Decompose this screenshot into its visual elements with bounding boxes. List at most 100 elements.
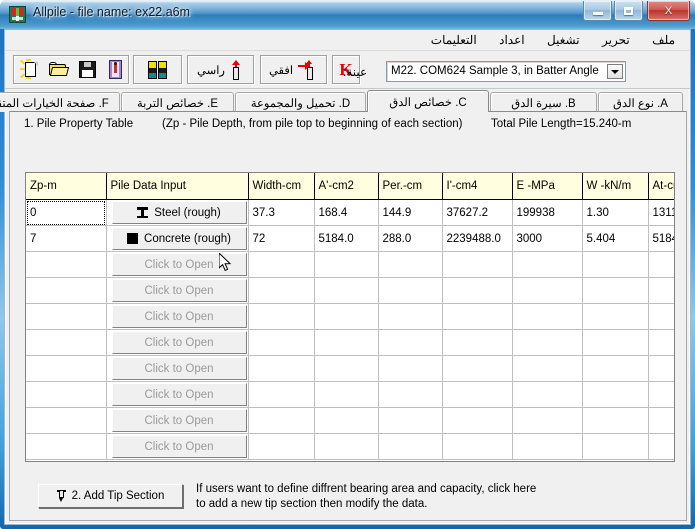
cell-tip-area[interactable]: 1311.2	[648, 199, 674, 226]
cell-pile-data-input[interactable]: Click to Open	[106, 355, 249, 382]
cell-tip-area[interactable]	[648, 251, 674, 278]
cell-zp[interactable]	[26, 407, 107, 434]
cell-perimeter[interactable]	[378, 277, 443, 304]
tab-f-advanced-options[interactable]: F. صفحة الخيارات المتقدمة	[0, 92, 120, 112]
cell-weight[interactable]	[582, 355, 649, 382]
click-to-open-button[interactable]: Click to Open	[111, 331, 247, 354]
cell-inertia[interactable]	[442, 329, 513, 356]
cell-area[interactable]	[314, 251, 379, 278]
cell-area[interactable]	[314, 381, 379, 408]
cell-perimeter[interactable]	[378, 433, 443, 460]
exit-button[interactable]	[102, 57, 129, 82]
cell-weight[interactable]	[582, 277, 649, 304]
cell-weight[interactable]	[582, 329, 649, 356]
cell-zp[interactable]	[26, 433, 107, 460]
tab-d-load-and-group[interactable]: D. تحميل والمجموعة	[235, 92, 366, 112]
cell-tip-area[interactable]	[648, 381, 674, 408]
cell-modulus[interactable]	[512, 355, 583, 382]
cell-modulus[interactable]	[512, 329, 583, 356]
cell-perimeter[interactable]	[378, 381, 443, 408]
pile-group-button[interactable]	[135, 57, 180, 82]
cell-zp[interactable]: 0	[26, 199, 107, 226]
cell-tip-area[interactable]	[648, 277, 674, 304]
cell-area[interactable]	[314, 355, 379, 382]
pile-material-button[interactable]: Steel (rough)	[111, 201, 247, 224]
cell-width[interactable]	[248, 277, 315, 304]
cell-inertia[interactable]: 37627.2	[442, 199, 513, 226]
cell-pile-data-input[interactable]: Click to Open	[106, 433, 249, 460]
cell-modulus[interactable]	[512, 381, 583, 408]
cell-inertia[interactable]	[442, 277, 513, 304]
cell-pile-data-input[interactable]: Click to Open	[106, 277, 249, 304]
minimize-button[interactable]	[583, 1, 612, 21]
cell-width[interactable]	[248, 407, 315, 434]
cell-width[interactable]	[248, 433, 315, 460]
table-row[interactable]: 7 Concrete (rough) 72 5184.0 288.0 2239488.0 3…	[26, 225, 674, 252]
cell-modulus[interactable]	[512, 407, 583, 434]
table-row[interactable]: Click to Open	[26, 381, 674, 408]
cell-perimeter[interactable]	[378, 251, 443, 278]
cell-weight[interactable]	[582, 251, 649, 278]
cell-weight[interactable]: 1.30	[582, 199, 649, 226]
cell-perimeter[interactable]	[378, 407, 443, 434]
cell-weight[interactable]	[582, 381, 649, 408]
table-row[interactable]: Click to Open	[26, 433, 674, 460]
cell-zp[interactable]: 7	[26, 225, 107, 252]
cell-tip-area[interactable]	[648, 407, 674, 434]
cell-perimeter[interactable]: 288.0	[378, 225, 443, 252]
pile-property-table[interactable]: Zp-m Pile Data Input Width-cm A'-cm2 Per…	[25, 172, 675, 462]
cell-pile-data-input[interactable]: Steel (rough)	[106, 199, 249, 226]
menu-item-run[interactable]: تشغيل	[538, 30, 589, 50]
cell-inertia[interactable]	[442, 251, 513, 278]
maximize-button[interactable]	[614, 1, 643, 21]
cell-pile-data-input[interactable]: Click to Open	[106, 251, 249, 278]
menu-item-setup[interactable]: اعداد	[490, 30, 533, 50]
add-tip-section-button[interactable]: 2. Add Tip Section	[38, 484, 183, 508]
save-file-button[interactable]	[73, 57, 101, 82]
table-row[interactable]: Click to Open	[26, 303, 674, 330]
vertical-analysis-button[interactable]: راسي	[189, 57, 252, 82]
cell-width[interactable]	[248, 355, 315, 382]
chevron-down-icon[interactable]	[607, 64, 623, 79]
cell-area[interactable]	[314, 407, 379, 434]
menu-item-edit[interactable]: تحرير	[593, 30, 639, 50]
new-file-button[interactable]	[15, 57, 43, 82]
cell-weight[interactable]: 5.404	[582, 225, 649, 252]
cell-perimeter[interactable]	[378, 303, 443, 330]
table-row[interactable]: Click to Open	[26, 251, 674, 278]
cell-tip-area[interactable]	[648, 303, 674, 330]
cell-inertia[interactable]	[442, 355, 513, 382]
cell-zp[interactable]	[26, 381, 107, 408]
cell-tip-area[interactable]	[648, 433, 674, 460]
table-row[interactable]: Click to Open	[26, 329, 674, 356]
table-row[interactable]: Click to Open	[26, 277, 674, 304]
cell-area[interactable]	[314, 277, 379, 304]
sample-selector-dropdown[interactable]: M22. COM624 Sample 3, in Batter Angle	[386, 61, 626, 82]
open-file-button[interactable]	[44, 57, 72, 82]
cell-inertia[interactable]	[442, 433, 513, 460]
tab-b-pile-profile[interactable]: B. سيرة الدق	[490, 92, 597, 112]
cell-width[interactable]	[248, 303, 315, 330]
cell-zp[interactable]	[26, 355, 107, 382]
cell-inertia[interactable]: 2239488.0	[442, 225, 513, 252]
cell-modulus[interactable]: 199938	[512, 199, 583, 226]
table-row[interactable]: Click to Open	[26, 407, 674, 434]
table-row[interactable]: 0 Steel (rough) 37.3 168.4 144.9 37627.2 19993…	[26, 199, 674, 226]
cell-weight[interactable]	[582, 433, 649, 460]
cell-tip-area[interactable]	[648, 329, 674, 356]
click-to-open-button[interactable]: Click to Open	[111, 383, 247, 406]
click-to-open-button[interactable]: Click to Open	[111, 279, 247, 302]
cell-perimeter[interactable]: 144.9	[378, 199, 443, 226]
cell-width[interactable]	[248, 251, 315, 278]
cell-pile-data-input[interactable]: Click to Open	[106, 381, 249, 408]
tab-c-pile-properties[interactable]: C. خصائص الدق	[367, 90, 489, 112]
cell-perimeter[interactable]	[378, 355, 443, 382]
cell-pile-data-input[interactable]: Click to Open	[106, 329, 249, 356]
cell-modulus[interactable]	[512, 303, 583, 330]
cell-inertia[interactable]	[442, 303, 513, 330]
click-to-open-button[interactable]: Click to Open	[111, 253, 247, 276]
close-button[interactable]: X	[647, 1, 690, 21]
cell-zp[interactable]	[26, 303, 107, 330]
menu-item-help[interactable]: التعليمات	[422, 30, 486, 50]
cell-area[interactable]	[314, 329, 379, 356]
